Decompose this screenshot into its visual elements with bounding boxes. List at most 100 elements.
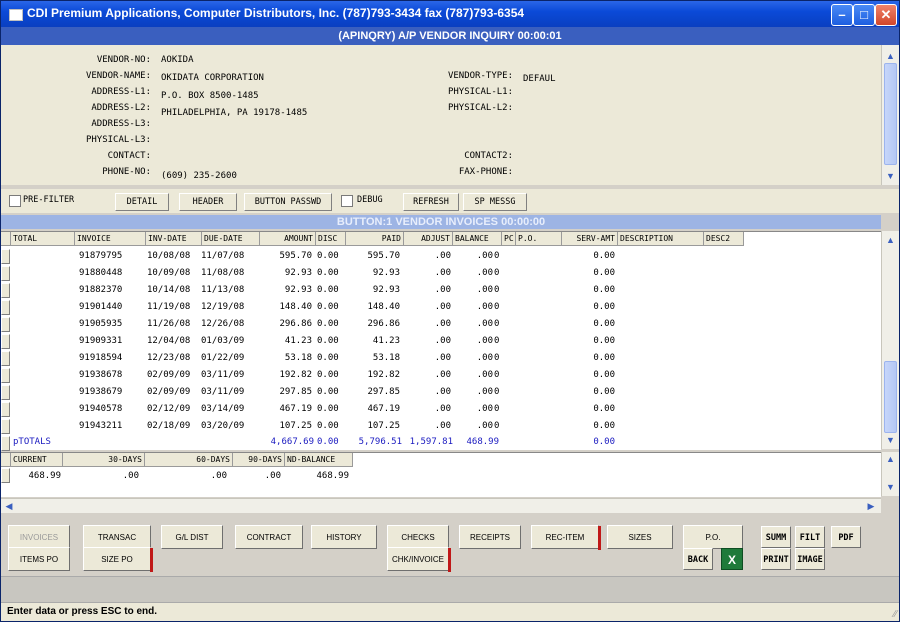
inv-date-cell[interactable]: 02/09/09 (147, 387, 201, 397)
invoice-cell[interactable]: 91938679 (79, 387, 143, 397)
title-bar[interactable]: CDI Premium Applications, Computer Distr… (1, 1, 899, 27)
disc-cell[interactable]: 0.00 (317, 421, 343, 431)
paid-cell[interactable]: 148.40 (344, 302, 400, 312)
due-date-cell[interactable]: 11/08/08 (201, 268, 257, 278)
amount-cell[interactable]: 595.70 (256, 251, 312, 261)
pc-cell[interactable]: 0 (494, 285, 504, 295)
due-date-cell[interactable]: 11/13/08 (201, 285, 257, 295)
vendor-type-value[interactable]: DEFAUL (523, 74, 556, 84)
history-button[interactable]: HISTORY (311, 525, 377, 549)
adjust-cell[interactable]: .00 (401, 285, 451, 295)
col-paid[interactable]: PAID (346, 232, 404, 246)
col-60-days[interactable]: 60-DAYS (145, 453, 233, 467)
balance-cell[interactable]: .00 (453, 285, 493, 295)
disc-cell[interactable]: 0.00 (317, 319, 343, 329)
inv-date-cell[interactable]: 11/26/08 (147, 319, 201, 329)
paid-cell[interactable]: 192.82 (344, 370, 400, 380)
balance-cell[interactable]: .00 (453, 387, 493, 397)
amount-cell[interactable]: 192.82 (256, 370, 312, 380)
horizontal-scrollbar[interactable]: ◀ ▶ (1, 498, 881, 513)
invoice-cell[interactable]: 91901440 (79, 302, 143, 312)
scroll-down-icon[interactable]: ▼ (882, 169, 899, 183)
due-date-cell[interactable]: 11/07/08 (201, 251, 257, 261)
button-passwd-button[interactable]: BUTTON PASSWD (244, 193, 332, 211)
balance-cell[interactable]: .00 (453, 353, 493, 363)
aging-60-days[interactable]: .00 (145, 471, 227, 481)
adjust-cell[interactable]: .00 (401, 404, 451, 414)
amount-cell[interactable]: 41.23 (256, 336, 312, 346)
serv-amt-cell[interactable]: 0.00 (571, 251, 615, 261)
balance-cell[interactable]: .00 (453, 421, 493, 431)
inv-date-cell[interactable]: 11/19/08 (147, 302, 201, 312)
pc-cell[interactable]: 0 (494, 319, 504, 329)
header-button[interactable]: HEADER (179, 193, 237, 211)
row-selector[interactable] (1, 317, 10, 332)
close-button[interactable]: ✕ (875, 4, 897, 26)
pc-cell[interactable]: 0 (494, 353, 504, 363)
adjust-cell[interactable]: .00 (401, 302, 451, 312)
phone-no-value[interactable]: (609) 235-2600 (161, 171, 237, 181)
sizes-button[interactable]: SIZES (607, 525, 673, 549)
col-nd-balance[interactable]: ND-BALANCE (285, 453, 353, 467)
minimize-button[interactable]: – (831, 4, 853, 26)
col-po[interactable]: P.O. (516, 232, 562, 246)
scroll-down-icon[interactable]: ▼ (882, 480, 899, 494)
invoice-cell[interactable]: 91879795 (79, 251, 143, 261)
amount-cell[interactable]: 467.19 (256, 404, 312, 414)
inv-date-cell[interactable]: 02/09/09 (147, 370, 201, 380)
vendor-name-value[interactable]: OKIDATA CORPORATION (161, 73, 264, 83)
pc-cell[interactable]: 0 (494, 251, 504, 261)
paid-cell[interactable]: 467.19 (344, 404, 400, 414)
amount-cell[interactable]: 92.93 (256, 285, 312, 295)
row-selector[interactable] (1, 334, 10, 349)
receipts-button[interactable]: RECEIPTS (459, 525, 521, 549)
invoice-cell[interactable]: 91880448 (79, 268, 143, 278)
col-due-date[interactable]: DUE-DATE (202, 232, 260, 246)
disc-cell[interactable]: 0.00 (317, 251, 343, 261)
scroll-down-icon[interactable]: ▼ (882, 433, 899, 447)
adjust-cell[interactable]: .00 (401, 421, 451, 431)
amount-cell[interactable]: 296.86 (256, 319, 312, 329)
address-l2-value[interactable]: PHILADELPHIA, PA 19178-1485 (161, 108, 307, 118)
po-button[interactable]: P.O. (683, 525, 743, 549)
aging-scrollbar[interactable]: ▲ ▼ (881, 452, 899, 496)
scroll-right-icon[interactable]: ▶ (865, 499, 877, 513)
serv-amt-cell[interactable]: 0.00 (571, 387, 615, 397)
pc-cell[interactable]: 0 (494, 421, 504, 431)
due-date-cell[interactable]: 01/03/09 (201, 336, 257, 346)
serv-amt-cell[interactable]: 0.00 (571, 319, 615, 329)
col-desc2[interactable]: DESC2 (704, 232, 744, 246)
due-date-cell[interactable]: 12/26/08 (201, 319, 257, 329)
col-90-days[interactable]: 90-DAYS (233, 453, 285, 467)
vendor-scrollbar[interactable]: ▲ ▼ (881, 45, 899, 185)
amount-cell[interactable]: 107.25 (256, 421, 312, 431)
vendor-no-value[interactable]: AOKIDA (161, 55, 194, 65)
adjust-cell[interactable]: .00 (401, 370, 451, 380)
summ-button[interactable]: SUMM (761, 526, 791, 548)
paid-cell[interactable]: 92.93 (344, 268, 400, 278)
col-disc[interactable]: DISC (316, 232, 346, 246)
adjust-cell[interactable]: .00 (401, 319, 451, 329)
due-date-cell[interactable]: 12/19/08 (201, 302, 257, 312)
scroll-thumb[interactable] (884, 361, 897, 433)
aging-current[interactable]: 468.99 (13, 471, 61, 481)
adjust-cell[interactable]: .00 (401, 387, 451, 397)
serv-amt-cell[interactable]: 0.00 (571, 336, 615, 346)
pdf-button[interactable]: PDF (831, 526, 861, 548)
back-button[interactable]: BACK (683, 548, 713, 570)
amount-cell[interactable]: 297.85 (256, 387, 312, 397)
serv-amt-cell[interactable]: 0.00 (571, 404, 615, 414)
balance-cell[interactable]: .00 (453, 336, 493, 346)
row-selector[interactable] (1, 283, 10, 298)
checks-button[interactable]: CHECKS (387, 525, 449, 549)
balance-cell[interactable]: .00 (453, 268, 493, 278)
inv-date-cell[interactable]: 02/12/09 (147, 404, 201, 414)
print-button[interactable]: PRINT (761, 548, 791, 570)
disc-cell[interactable]: 0.00 (317, 387, 343, 397)
debug-checkbox[interactable] (341, 195, 353, 207)
paid-cell[interactable]: 41.23 (344, 336, 400, 346)
col-current[interactable]: CURRENT (11, 453, 63, 467)
maximize-button[interactable]: □ (853, 4, 875, 26)
row-selector[interactable] (1, 351, 10, 366)
inv-date-cell[interactable]: 02/18/09 (147, 421, 201, 431)
